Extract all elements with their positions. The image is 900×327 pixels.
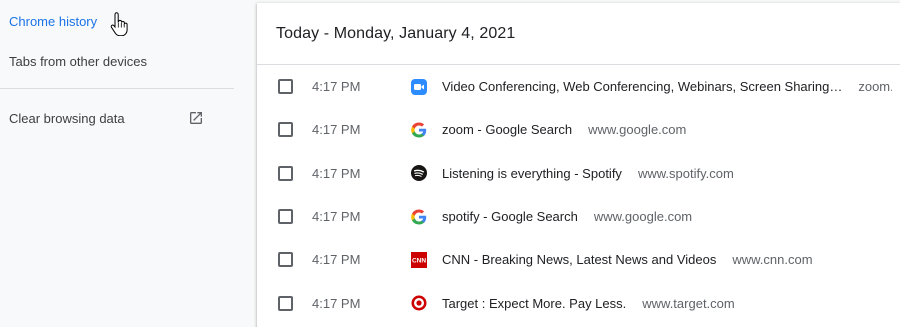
entry-text[interactable]: spotify - Google Search www.google.com [442, 209, 692, 224]
entry-title[interactable]: zoom - Google Search [442, 122, 572, 137]
clear-browsing-data-link[interactable]: Clear browsing data [9, 109, 204, 127]
hand-pointer-icon [110, 12, 128, 36]
entry-domain: zoom.us [858, 79, 892, 95]
entry-time: 4:17 PM [312, 252, 361, 268]
target-icon [411, 295, 427, 311]
google-icon [411, 209, 427, 225]
date-header: Today - Monday, January 4, 2021 [257, 3, 900, 65]
entry-checkbox[interactable] [278, 209, 293, 225]
sidebar-item-tabs-from-other-devices[interactable]: Tabs from other devices [9, 54, 147, 69]
history-entry[interactable]: 4:17 PM zoom - Google Search www.google.… [257, 108, 900, 151]
entry-domain: www.google.com [593, 209, 693, 225]
open-in-new-icon [190, 112, 202, 124]
entry-title[interactable]: Video Conferencing, Web Conferencing, We… [442, 79, 842, 94]
sidebar: Chrome history Tabs from other devices C… [0, 0, 250, 327]
entry-time: 4:17 PM [312, 165, 361, 181]
history-page: Chrome history Tabs from other devices C… [0, 0, 900, 327]
entry-text[interactable]: Video Conferencing, Web Conferencing, We… [442, 79, 892, 94]
entry-domain: www.google.com [588, 122, 687, 138]
entry-text[interactable]: Listening is everything - Spotify www.sp… [442, 166, 734, 181]
entry-text[interactable]: zoom - Google Search www.google.com [442, 122, 686, 137]
svg-text:CNN: CNN [412, 257, 426, 264]
entry-domain: www.cnn.com [732, 252, 813, 268]
history-entry[interactable]: 4:17 PM Target : Expect More. Pay Less. … [257, 281, 900, 324]
entry-time: 4:17 PM [312, 122, 361, 138]
entry-time: 4:17 PM [312, 295, 361, 311]
entry-time: 4:17 PM [312, 79, 361, 95]
spotify-icon [411, 165, 427, 182]
entry-title[interactable]: Listening is everything - Spotify [442, 166, 622, 181]
entry-title[interactable]: CNN - Breaking News, Latest News and Vid… [442, 252, 716, 267]
entry-title[interactable]: spotify - Google Search [442, 209, 578, 224]
history-entry[interactable]: 4:17 PM CNN CNN - Breaking News, Latest … [257, 238, 900, 281]
entry-domain: www.spotify.com [637, 165, 734, 181]
entry-checkbox[interactable] [278, 122, 293, 138]
zoom-icon [411, 78, 427, 95]
history-entry[interactable]: 4:17 PM Listening is everything - Spotif… [257, 152, 900, 195]
entry-checkbox[interactable] [278, 295, 293, 311]
date-header-title: Today - Monday, January 4, 2021 [276, 24, 516, 42]
entry-checkbox[interactable] [278, 79, 293, 95]
entry-text[interactable]: Target : Expect More. Pay Less. www.targ… [442, 296, 735, 311]
google-icon [411, 122, 427, 138]
history-card: Today - Monday, January 4, 2021 4:17 PM … [257, 3, 900, 327]
sidebar-divider [0, 88, 234, 89]
entry-time: 4:17 PM [312, 209, 361, 225]
clear-browsing-data-label: Clear browsing data [9, 110, 125, 126]
entry-domain: www.target.com [642, 295, 735, 311]
entry-checkbox[interactable] [278, 165, 293, 181]
entry-checkbox[interactable] [278, 252, 293, 268]
history-entry[interactable]: 4:17 PM spotify - Google Search www.goog… [257, 195, 900, 238]
entry-text[interactable]: CNN - Breaking News, Latest News and Vid… [442, 252, 813, 267]
entry-title[interactable]: Target : Expect More. Pay Less. [442, 296, 626, 311]
sidebar-item-chrome-history[interactable]: Chrome history [9, 14, 97, 29]
history-entry[interactable]: 4:17 PM Video Conferencing, Web Conferen… [257, 65, 900, 108]
cnn-icon: CNN [411, 251, 427, 268]
